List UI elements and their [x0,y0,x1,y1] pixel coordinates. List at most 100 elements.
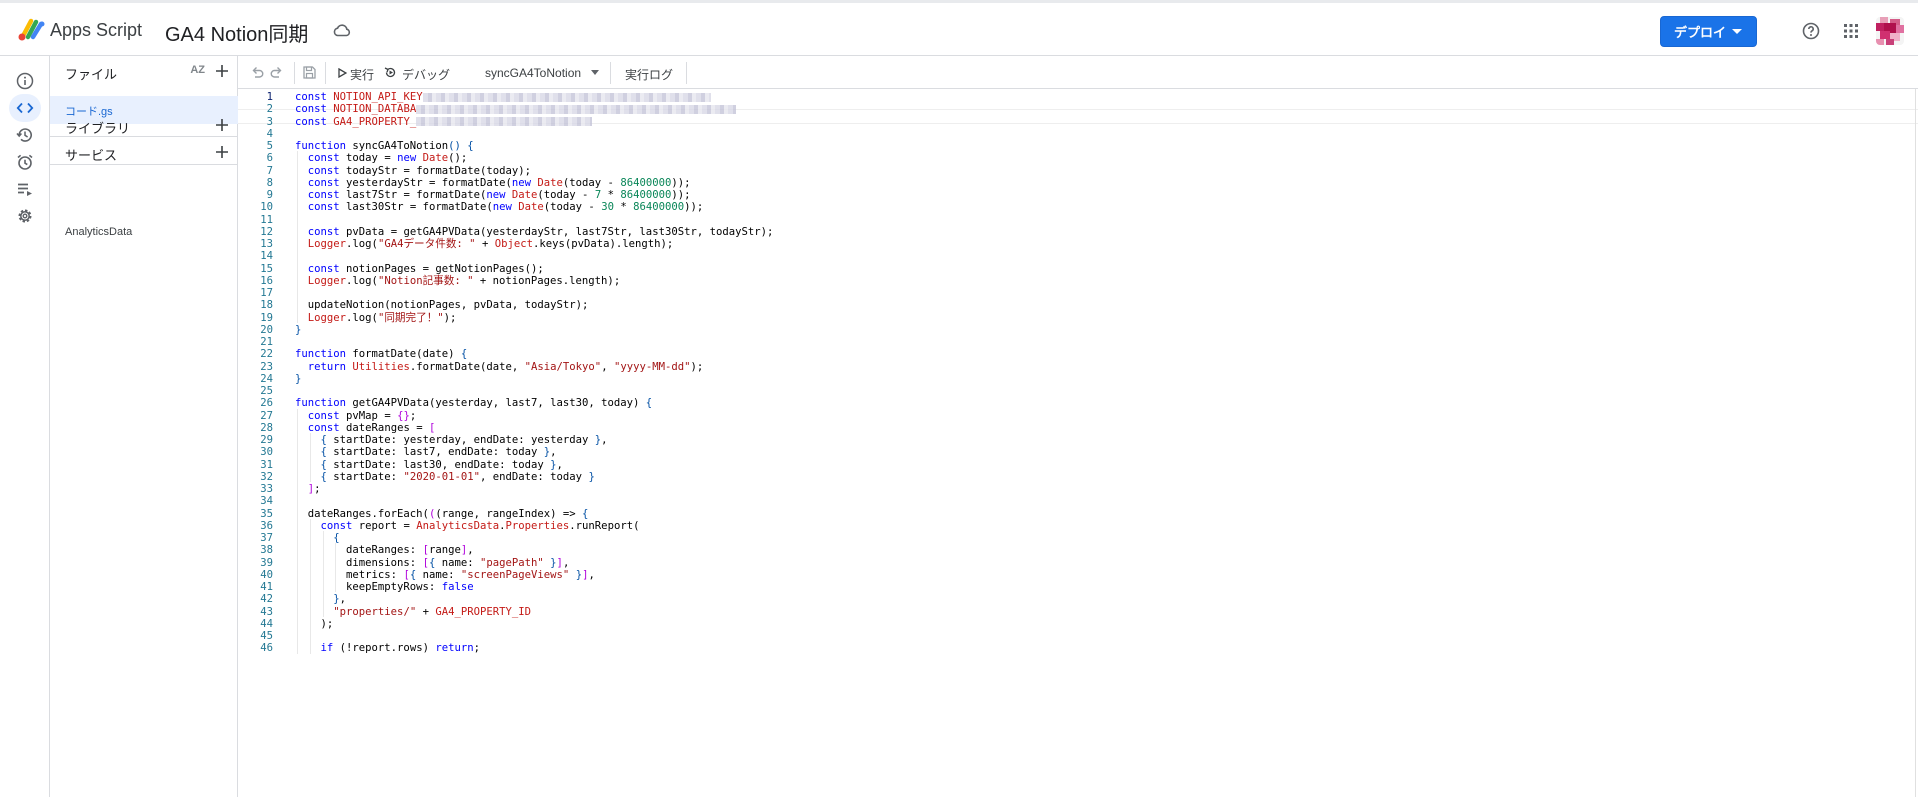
code-token: (); [448,152,468,165]
run-button[interactable]: 実行 [335,56,379,89]
code-editor[interactable]: 1 const NOTION_API_KEY 2 const NOTION_DATAB… [238,89,1918,797]
code-token: , [550,446,557,459]
code-token: Logger [307,238,347,250]
code-token: keepEmptyRows: [295,581,442,593]
code-line[interactable]: 46 if (!report.rows) return; [238,641,1918,656]
code-token: Object [494,238,533,250]
code-token: Utilities [352,360,410,373]
code-token: , [562,556,570,569]
code-token: function [295,140,353,152]
code-token: const [307,152,347,165]
versions-button[interactable] [9,121,41,149]
code-token: function [295,397,353,410]
code-token: GA4_PROPERTY_ID [435,605,532,618]
code-token: { [320,458,334,471]
code-token: , [601,434,608,446]
debug-button[interactable]: デバッグ [384,56,450,89]
code-token: "Notion記事数: " [377,274,474,287]
execution-log-button[interactable]: 実行ログ [625,66,673,83]
editor-button[interactable] [9,94,41,122]
debug-icon [384,67,396,78]
executions-button[interactable] [9,175,41,203]
code-token: const [295,91,334,103]
sort-az-icon[interactable]: AZ [190,64,205,76]
history-icon [16,128,32,142]
code-token: (range, rangeIndex) => [435,507,583,520]
code-token: Date [422,152,449,165]
code-token: return [435,642,474,655]
code-token: const [295,103,334,116]
files-panel: ファイル AZ コード.gs ライブラリ サービス AnalyticsData [50,56,238,797]
save-icon[interactable] [302,65,317,80]
code-token: "2020-01-01" [403,470,480,483]
code-token: range [428,544,461,557]
apps-script-logo[interactable] [17,16,47,42]
code-token: { [333,532,340,544]
code-token: + [416,605,436,618]
service-item-analyticsdata[interactable]: AnalyticsData [65,226,132,238]
code-token: , [339,593,347,606]
project-settings-button[interactable] [9,202,41,230]
code-token: { [428,556,442,569]
undo-icon[interactable] [250,65,265,80]
code-token: (today - [562,176,621,189]
code-token: dimensions: [295,556,423,569]
code-token: "GA4データ件数: " [377,238,476,250]
code-token: { [320,434,334,446]
code-token: new [397,152,423,165]
code-token: Date [537,176,563,189]
code-token: + [475,238,495,250]
editor-toolbar: 実行 デバッグ syncGA4ToNotion 実行ログ [238,56,1918,89]
code-token: Properties [505,519,570,532]
code-token: NOTION_DATABA [333,103,417,116]
code-token: , [601,360,614,373]
code-token: function [295,348,353,361]
deploy-button[interactable]: デプロイ [1660,16,1757,47]
code-token: startDate: yesterday, endDate: yesterday [333,434,595,446]
avatar[interactable] [1876,17,1904,45]
cloud-saved-icon [333,24,351,37]
code-token: dateRanges.forEach( [295,507,429,520]
function-selector-label: syncGA4ToNotion [485,66,582,80]
redo-icon[interactable] [269,65,284,80]
app-name[interactable]: Apps Script [50,20,142,41]
overview-button[interactable] [9,67,41,95]
alarm-icon [17,154,33,170]
code-token: "properties/" [333,605,417,618]
files-header-label: ファイル [65,67,118,82]
indent-guide [322,531,324,617]
code-token: , [467,544,474,557]
apps-grid-icon[interactable] [1844,24,1858,38]
deploy-label: デプロイ [1674,25,1727,40]
help-icon[interactable] [1802,22,1820,40]
project-title[interactable]: GA4 Notion同期 [165,18,308,47]
function-selector[interactable]: syncGA4ToNotion [478,56,606,89]
triggers-button[interactable] [9,148,41,176]
code-token: .log( [346,274,378,287]
code-token: 86400000 [620,176,672,189]
code-token: (today - [537,189,595,201]
code-token: report = [358,519,417,532]
settings-icon [18,209,32,223]
code-token: const [307,164,347,177]
code-token: dateRanges: [295,544,423,557]
code-token: yesterdayStr = formatDate( [346,176,512,189]
code-token: new [511,176,538,189]
indent-guide [309,518,311,654]
indent-guide [297,151,298,323]
add-library-icon[interactable] [214,117,230,133]
redacted-value [422,92,711,102]
code-token: new [486,189,512,201]
add-service-icon[interactable] [214,144,230,160]
code-token: .keys(pvData).length); [532,238,674,250]
code-token: () { [448,140,474,152]
code-token: , [556,458,563,471]
add-file-icon[interactable] [214,63,230,79]
code-token: ); [690,360,704,373]
code-token: * [601,189,621,201]
code-token: last30Str = formatDate( [346,201,493,214]
debug-label: デバッグ [402,68,451,82]
code-token: const [307,176,347,189]
code-token: { [320,470,334,483]
